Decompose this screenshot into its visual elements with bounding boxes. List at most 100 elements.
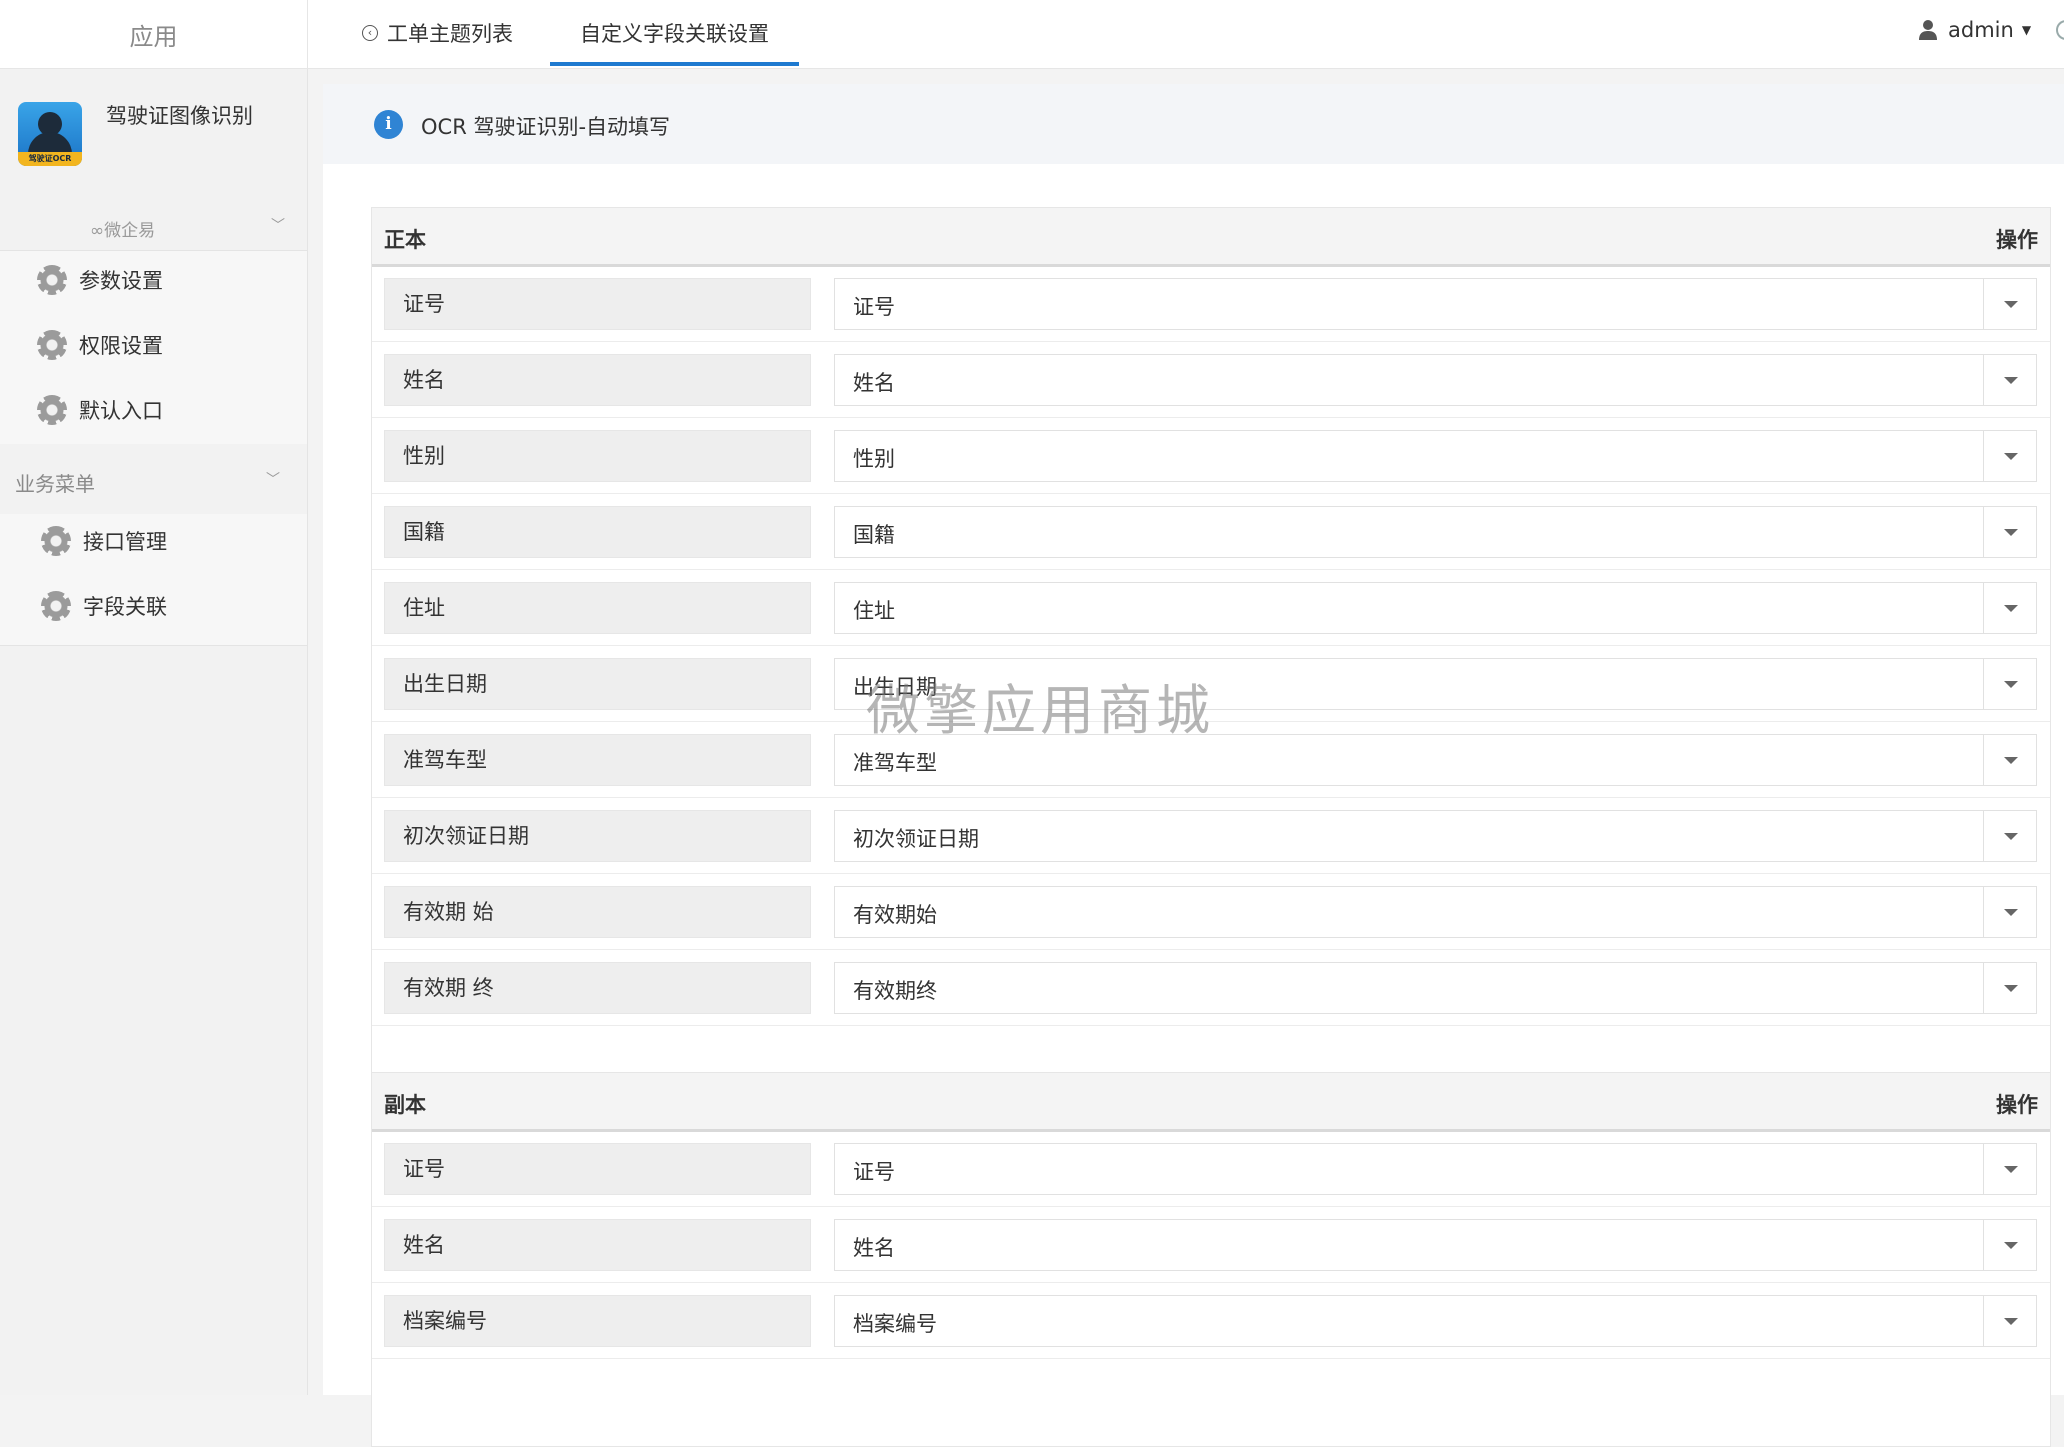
app-logo-text: 驾驶证OCR xyxy=(18,152,82,166)
user-icon xyxy=(1919,20,1937,40)
sidebar-item-label: 默认入口 xyxy=(79,399,163,423)
field-mapping-select[interactable]: 证号 xyxy=(834,278,2037,330)
gear-icon xyxy=(37,395,67,425)
panel-title: 正本 xyxy=(384,228,426,252)
dropdown-arrow-icon[interactable] xyxy=(1983,735,2036,785)
table-row: 档案编号 档案编号 xyxy=(372,1283,2050,1359)
sidebar-item-default-entry[interactable]: 默认入口 xyxy=(0,385,307,435)
dropdown-arrow-icon[interactable] xyxy=(1983,507,2036,557)
select-value: 有效期始 xyxy=(853,903,937,927)
fullscreen-icon[interactable] xyxy=(2056,20,2064,40)
table-row: 国籍 国籍 xyxy=(372,494,2050,570)
section-title: 业务菜单 xyxy=(15,472,95,496)
field-name: 姓名 xyxy=(384,1219,811,1271)
field-name: 准驾车型 xyxy=(384,734,811,786)
active-tab-indicator xyxy=(550,62,799,66)
sidebar-item-field-mapping[interactable]: 字段关联 xyxy=(0,581,307,631)
field-mapping-select[interactable]: 初次领证日期 xyxy=(834,810,2037,862)
select-value: 性别 xyxy=(853,447,895,471)
user-name: admin xyxy=(1948,18,2014,42)
app-brand[interactable]: 应用 xyxy=(0,0,308,69)
gear-icon xyxy=(37,330,67,360)
field-name: 出生日期 xyxy=(384,658,811,710)
chevron-down-icon: ﹀ xyxy=(271,218,285,234)
dropdown-arrow-icon[interactable] xyxy=(1983,1144,2036,1194)
field-mapping-select[interactable]: 性别 xyxy=(834,430,2037,482)
gear-icon xyxy=(37,265,67,295)
dropdown-arrow-icon[interactable] xyxy=(1983,887,2036,937)
sidebar: 驾驶证OCR 驾驶证图像识别 ∞微企易 ﹀ 参数设置 权限设置 默认入口 业务菜… xyxy=(0,69,308,1395)
field-mapping-select[interactable]: 姓名 xyxy=(834,1219,2037,1271)
back-arrow-icon: ‹ xyxy=(362,25,378,41)
select-value: 住址 xyxy=(853,599,895,623)
sidebar-item-api-management[interactable]: 接口管理 xyxy=(0,516,307,566)
sidebar-item-label: 接口管理 xyxy=(83,530,167,554)
action-column-header: 操作 xyxy=(1996,228,2038,252)
field-mapping-select[interactable]: 证号 xyxy=(834,1143,2037,1195)
table-row: 性别 性别 xyxy=(372,418,2050,494)
sidebar-item-params[interactable]: 参数设置 xyxy=(0,255,307,305)
divider xyxy=(0,645,307,646)
watermark: 微擎应用商城 xyxy=(866,679,1214,742)
field-mapping-select[interactable]: 有效期始 xyxy=(834,886,2037,938)
wechat-label: 微企易 xyxy=(104,221,156,241)
tab-label: 自定义字段关联设置 xyxy=(580,22,769,46)
panel-header: 正本 操作 xyxy=(372,208,2050,267)
select-value: 姓名 xyxy=(853,371,895,395)
panel-header: 副本 操作 xyxy=(372,1073,2050,1132)
field-mapping-select[interactable]: 国籍 xyxy=(834,506,2037,558)
dropdown-arrow-icon[interactable] xyxy=(1983,811,2036,861)
table-row: 证号 证号 xyxy=(372,1131,2050,1207)
field-name: 初次领证日期 xyxy=(384,810,811,862)
tab-label: 工单主题列表 xyxy=(387,22,513,46)
back-side-panel: 副本 操作 证号 证号 姓名 姓名 档案编号 档案编号 xyxy=(371,1072,2051,1447)
field-name: 性别 xyxy=(384,430,811,482)
field-name: 档案编号 xyxy=(384,1295,811,1347)
select-value: 证号 xyxy=(853,1160,895,1184)
field-mapping-select[interactable]: 有效期终 xyxy=(834,962,2037,1014)
business-menu: 接口管理 字段关联 xyxy=(0,514,307,645)
app-name: 驾驶证图像识别 xyxy=(106,104,253,128)
app-card: 驾驶证OCR 驾驶证图像识别 ∞微企易 ﹀ xyxy=(0,69,307,250)
tab-ticket-topic-list[interactable]: ‹ 工单主题列表 xyxy=(362,0,513,66)
action-column-header: 操作 xyxy=(1996,1093,2038,1117)
caret-down-icon: ▼ xyxy=(2021,23,2032,37)
dropdown-arrow-icon[interactable] xyxy=(1983,431,2036,481)
user-menu[interactable]: admin ▼ xyxy=(1918,0,2031,60)
sidebar-item-label: 参数设置 xyxy=(79,269,163,293)
app-logo: 驾驶证OCR xyxy=(18,102,82,166)
sidebar-item-permissions[interactable]: 权限设置 xyxy=(0,320,307,370)
select-value: 姓名 xyxy=(853,1236,895,1260)
dropdown-arrow-icon[interactable] xyxy=(1983,583,2036,633)
table-row: 初次领证日期 初次领证日期 xyxy=(372,798,2050,874)
select-value: 初次领证日期 xyxy=(853,827,979,851)
business-menu-header[interactable]: 业务菜单 ﹀ xyxy=(0,451,307,513)
dropdown-arrow-icon[interactable] xyxy=(1983,355,2036,405)
dropdown-arrow-icon[interactable] xyxy=(1983,659,2036,709)
table-row: 有效期 终 有效期终 xyxy=(372,950,2050,1026)
field-name: 有效期 终 xyxy=(384,962,811,1014)
table-row: 姓名 姓名 xyxy=(372,342,2050,418)
info-notice: i OCR 驾驶证识别-自动填写 xyxy=(323,84,2064,164)
field-name: 国籍 xyxy=(384,506,811,558)
field-name: 姓名 xyxy=(384,354,811,406)
top-bar: 应用 ‹ 工单主题列表 自定义字段关联设置 admin ▼ xyxy=(0,0,2064,69)
dropdown-arrow-icon[interactable] xyxy=(1983,279,2036,329)
sidebar-item-label: 权限设置 xyxy=(79,334,163,358)
field-name: 证号 xyxy=(384,278,811,330)
dropdown-arrow-icon[interactable] xyxy=(1983,1220,2036,1270)
select-value: 准驾车型 xyxy=(853,751,937,775)
wechat-icon: ∞ xyxy=(90,221,105,241)
field-name: 住址 xyxy=(384,582,811,634)
wechat-account-switcher[interactable]: ∞微企易 ﹀ xyxy=(0,205,307,249)
dropdown-arrow-icon[interactable] xyxy=(1983,963,2036,1013)
field-mapping-select[interactable]: 住址 xyxy=(834,582,2037,634)
field-name: 证号 xyxy=(384,1143,811,1195)
notice-text: OCR 驾驶证识别-自动填写 xyxy=(421,115,671,139)
front-side-panel: 正本 操作 证号 证号 姓名 姓名 性别 性别 国籍 国籍 住址 住址 出生日期… xyxy=(371,207,2051,1112)
field-mapping-select[interactable]: 姓名 xyxy=(834,354,2037,406)
table-row: 住址 住址 xyxy=(372,570,2050,646)
dropdown-arrow-icon[interactable] xyxy=(1983,1296,2036,1346)
field-mapping-select[interactable]: 档案编号 xyxy=(834,1295,2037,1347)
tab-custom-field-mapping[interactable]: 自定义字段关联设置 xyxy=(550,0,799,66)
